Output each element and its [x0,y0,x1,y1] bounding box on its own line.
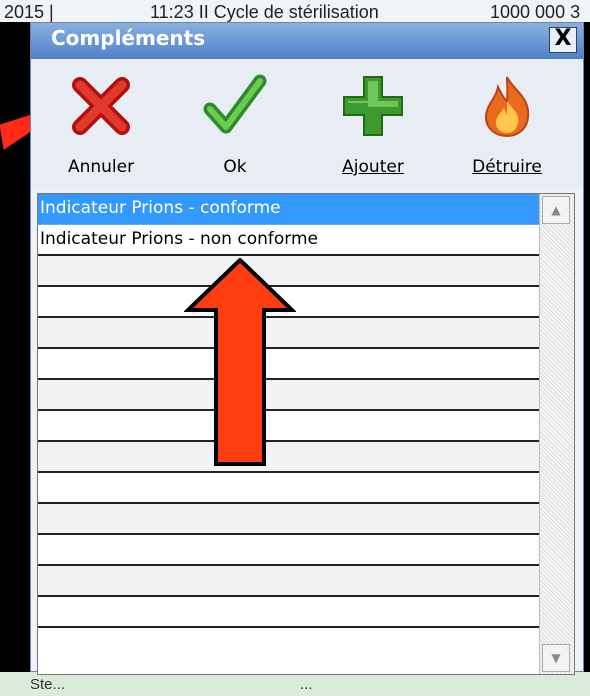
background-window-strip: 2015 | 11:23 II Cycle de stérilisation 1… [0,0,590,22]
complements-dialog: Compléments X Annuler Ok Ajouter Détruir… [30,22,584,675]
background-text: 1000 000 3 [490,2,581,22]
background-text: 11:23 II Cycle de stérilisation [150,2,379,22]
list-item[interactable] [38,504,539,535]
flame-icon [484,76,530,138]
scroll-up-icon[interactable]: ▲ [542,196,570,224]
plus-icon [343,76,403,136]
destroy-label: Détruire [472,157,542,177]
annotation-arrow-up [184,258,296,466]
add-label: Ajouter [342,157,404,177]
ok-button[interactable]: Ok [187,65,283,185]
cancel-x-icon [72,77,130,135]
add-button[interactable]: Ajouter [325,65,421,185]
dialog-title-bar: Compléments X [31,23,583,59]
complements-list[interactable]: Indicateur Prions - conforme Indicateur … [37,193,575,675]
list-item[interactable] [38,566,539,597]
cancel-button[interactable]: Annuler [53,65,149,185]
close-button[interactable]: X [549,27,577,53]
checkmark-icon [203,74,267,134]
list-item[interactable] [38,597,539,628]
list-item[interactable]: Indicateur Prions - non conforme [38,225,539,256]
background-text: ... [300,676,313,693]
vertical-scrollbar[interactable]: ▲ ▼ [539,194,574,674]
list-item[interactable] [38,473,539,504]
dialog-title: Compléments [51,26,206,50]
background-text: Ste... [30,676,66,693]
cancel-label: Annuler [67,157,135,177]
background-text: 2015 | [4,2,54,22]
scroll-down-icon[interactable]: ▼ [542,644,570,672]
list-item[interactable] [38,535,539,566]
destroy-button[interactable]: Détruire [459,65,555,185]
ok-label: Ok [223,157,247,177]
list-item[interactable]: Indicateur Prions - conforme [38,194,539,225]
background-status-strip: Ste... ... [0,672,590,696]
dialog-toolbar: Annuler Ok Ajouter Détruire [31,59,583,189]
